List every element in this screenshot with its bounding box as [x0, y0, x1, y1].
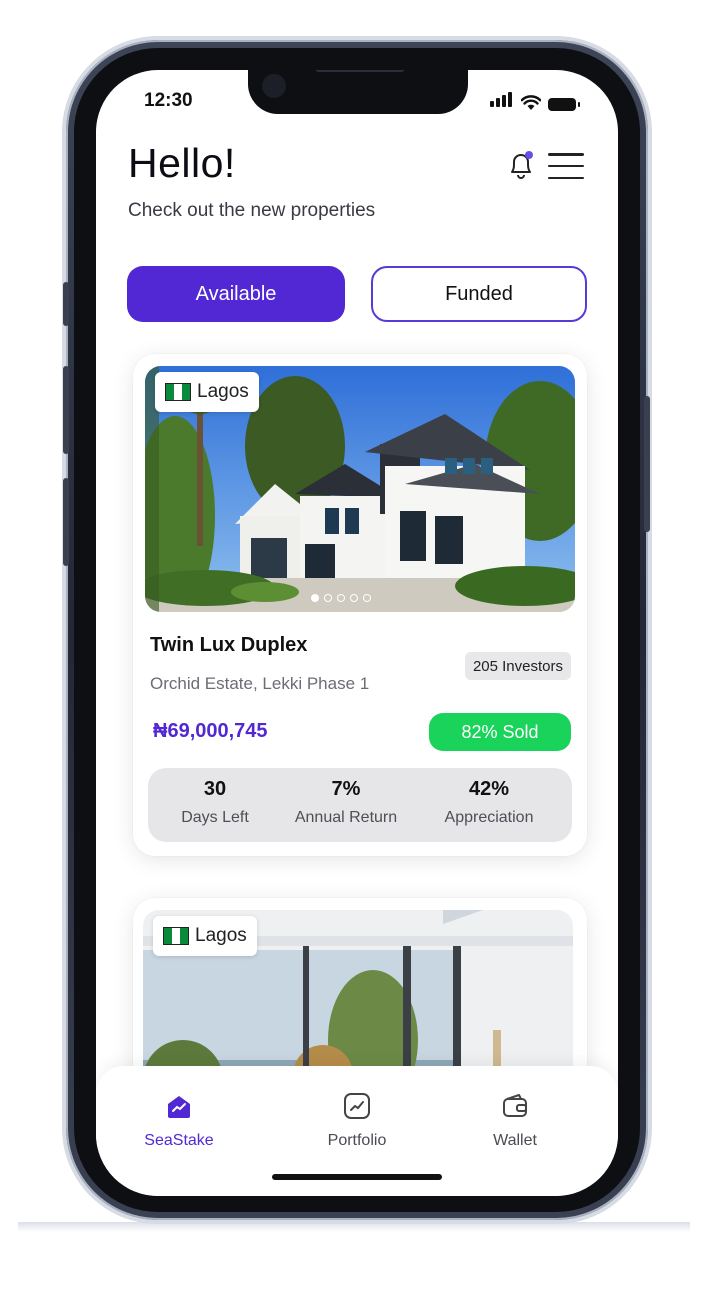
stat-value: 42% [468, 778, 510, 800]
status-icons [490, 92, 580, 111]
power-button [644, 396, 650, 532]
speaker [314, 70, 406, 72]
page-subtitle: Check out the new properties [128, 200, 376, 221]
nav-item-wallet[interactable]: Wallet [460, 1092, 570, 1150]
location-tag: Lagos [153, 916, 257, 956]
property-address: Orchid Estate, Lekki Phase 1 [150, 674, 370, 693]
wallet-icon [503, 1094, 527, 1117]
property-card[interactable]: Lagos Twin Lux Duplex Orchid Estate, Lek… [133, 354, 587, 856]
nav-label: Wallet [493, 1132, 537, 1149]
stat-appreciation: 42% Appreciation [434, 778, 544, 827]
nav-label: Portfolio [327, 1132, 387, 1149]
stat-annual-return: 7% Annual Return [288, 778, 404, 827]
property-price: ₦69,000,745 [153, 720, 268, 742]
battery-icon [548, 98, 580, 111]
location-label: Lagos [195, 925, 247, 946]
property-tabs: Available Funded [127, 266, 587, 322]
mute-switch [63, 282, 69, 326]
carousel-dot[interactable] [311, 594, 319, 602]
nav-label: SeaStake [144, 1132, 214, 1149]
nigeria-flag-icon [165, 383, 191, 401]
status-time: 12:30 [144, 90, 193, 111]
hamburger-menu-icon[interactable] [548, 153, 584, 179]
stat-label: Appreciation [444, 809, 534, 826]
property-stats: 30 Days Left 7% Annual Return 42% Apprec… [148, 768, 572, 842]
tab-funded[interactable]: Funded [371, 266, 587, 322]
device-reflection [18, 1222, 690, 1232]
notification-dot [525, 151, 533, 159]
carousel-dot[interactable] [350, 594, 358, 602]
bell-icon[interactable] [508, 150, 534, 180]
wifi-icon [521, 95, 541, 110]
carousel-dot[interactable] [363, 594, 371, 602]
nigeria-flag-icon [163, 927, 189, 945]
volume-down-button [63, 478, 69, 566]
stat-label: Days Left [181, 809, 249, 826]
volume-up-button [63, 366, 69, 454]
stat-days-left: 30 Days Left [168, 778, 262, 827]
carousel-dot[interactable] [337, 594, 345, 602]
stat-value: 7% [331, 778, 361, 800]
property-title: Twin Lux Duplex [150, 634, 308, 656]
tab-available[interactable]: Available [127, 266, 345, 322]
home-indicator[interactable] [272, 1174, 442, 1180]
nav-item-seastake[interactable]: SeaStake [124, 1092, 234, 1150]
property-image[interactable]: Lagos [145, 366, 575, 612]
page-title: Hello! [128, 140, 236, 186]
stat-label: Annual Return [294, 809, 398, 826]
investors-badge: 205 Investors [464, 652, 571, 680]
carousel-dot[interactable] [324, 594, 332, 602]
signal-icon [490, 92, 514, 111]
location-tag: Lagos [155, 372, 259, 412]
chart-icon [344, 1093, 370, 1119]
location-label: Lagos [197, 381, 249, 402]
app-screen: 12:30 Hello! Check out the new propertie… [96, 70, 618, 1196]
stat-value: 30 [203, 778, 227, 800]
home-icon [168, 1096, 190, 1118]
sold-badge: 82% Sold [429, 713, 571, 751]
front-camera [262, 74, 286, 98]
carousel-dots[interactable] [311, 594, 371, 602]
notch [248, 70, 468, 114]
nav-item-portfolio[interactable]: Portfolio [302, 1092, 412, 1150]
